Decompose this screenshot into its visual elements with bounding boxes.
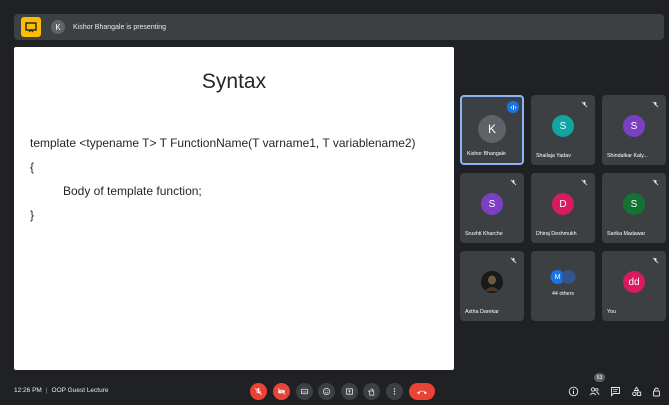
presenting-bar: K Kishor Bhangale is presenting: [14, 14, 664, 40]
others-tile[interactable]: M 44 others: [531, 251, 595, 321]
separator: |: [45, 387, 48, 394]
more-options-icon: [393, 388, 396, 395]
presenter-avatar: K: [51, 20, 65, 34]
meeting-name: OOP Guest Lecture: [51, 387, 109, 394]
avatar: D: [552, 193, 574, 215]
lock-icon: [653, 387, 660, 397]
participant-tile[interactable]: K Kishor Bhangale: [460, 95, 524, 165]
raise-hand-icon: [368, 388, 375, 396]
activities-icon: [632, 386, 642, 396]
meeting-info: 12:26 PM | OOP Guest Lecture: [14, 387, 109, 394]
avatar: S: [623, 115, 645, 137]
slide-title: Syntax: [201, 70, 267, 93]
mic-off-icon: [581, 179, 588, 186]
avatar: dd: [623, 271, 645, 293]
mic-off-icon: [652, 179, 659, 186]
presentation-icon[interactable]: [21, 17, 41, 37]
participant-tile[interactable]: Astha Darekar: [460, 251, 524, 321]
mic-off-icon: [652, 257, 659, 264]
activities-button[interactable]: [631, 386, 642, 397]
participant-tile-self[interactable]: dd You: [602, 251, 666, 321]
camera-toggle-button[interactable]: [273, 383, 290, 400]
speaking-indicator-icon: [507, 101, 519, 113]
mic-off-icon: [581, 101, 588, 108]
people-button[interactable]: [589, 386, 600, 397]
participant-tile[interactable]: S Shailaja Yadav: [531, 95, 595, 165]
chat-button[interactable]: [610, 386, 621, 397]
mic-off-icon: [652, 101, 659, 108]
present-icon: [345, 388, 354, 395]
participant-name: You: [607, 309, 616, 315]
avatar: [561, 270, 576, 284]
others-avatars: M: [550, 270, 576, 284]
info-icon: [568, 386, 579, 397]
mic-off-icon: [510, 179, 517, 186]
captions-button[interactable]: [296, 383, 313, 400]
bottom-bar: 12:26 PM | OOP Guest Lecture: [0, 377, 669, 405]
avatar: S: [623, 193, 645, 215]
participant-name: Dhiraj Deshmukh: [536, 231, 577, 237]
participant-name: Srushti Kharche: [465, 231, 503, 237]
participant-name: Astha Darekar: [465, 309, 499, 315]
participant-tile[interactable]: D Dhiraj Deshmukh: [531, 173, 595, 243]
chat-icon: [611, 387, 620, 397]
participant-tile[interactable]: S Shindalkar Kaly...: [602, 95, 666, 165]
slide-line: Body of template function;: [63, 184, 202, 198]
emoji-reaction-button[interactable]: [318, 383, 335, 400]
mic-off-icon: [255, 387, 262, 395]
avatar: [481, 271, 503, 293]
leave-call-icon: [417, 390, 427, 394]
present-now-button[interactable]: [341, 383, 358, 400]
participant-name: Shailaja Yadav: [536, 153, 571, 159]
emoji-icon: [322, 387, 331, 396]
people-count-badge: 53: [594, 373, 605, 382]
meeting-details-button[interactable]: [568, 386, 579, 397]
slide-line: }: [30, 208, 35, 222]
slide-line: {: [30, 160, 35, 174]
participant-name: Kishor Bhangale: [467, 151, 506, 157]
participant-tile[interactable]: S Srushti Kharche: [460, 173, 524, 243]
avatar: S: [552, 115, 574, 137]
people-icon: [589, 387, 600, 396]
participant-name: Shindalkar Kaly...: [607, 153, 648, 159]
avatar: K: [478, 115, 506, 143]
camera-off-icon: [277, 387, 286, 396]
presented-slide: Syntax template <typename T> T FunctionN…: [14, 47, 454, 370]
more-options-button[interactable]: [386, 383, 403, 400]
current-time: 12:26 PM: [14, 387, 42, 394]
captions-icon: [300, 388, 309, 395]
presenting-status-text: Kishor Bhangale is presenting: [73, 23, 167, 31]
others-count: 44 others: [551, 291, 575, 297]
raise-hand-button[interactable]: [363, 383, 380, 400]
mic-toggle-button[interactable]: [250, 383, 267, 400]
slide-line: template <typename T> T FunctionName(T v…: [30, 136, 416, 150]
avatar: S: [481, 193, 503, 215]
participant-tile[interactable]: S Sarika Madawar: [602, 173, 666, 243]
participant-name: Sarika Madawar: [607, 231, 646, 237]
leave-call-button[interactable]: [409, 383, 435, 400]
mic-off-icon: [510, 257, 517, 264]
host-controls-button[interactable]: [651, 386, 662, 397]
